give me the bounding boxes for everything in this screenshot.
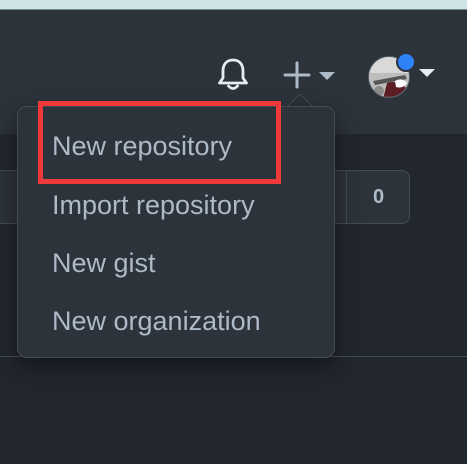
counter-value: 0: [372, 185, 385, 208]
notifications-button[interactable]: [216, 56, 250, 92]
menu-item-new-gist[interactable]: New gist: [19, 235, 335, 291]
menu-item-import-repository[interactable]: Import repository: [19, 177, 335, 233]
create-new-button[interactable]: [280, 56, 338, 92]
plus-icon: [283, 61, 311, 89]
user-menu-button[interactable]: [364, 52, 436, 98]
menu-item-new-organization[interactable]: New organization: [19, 293, 335, 349]
counter-separator: [346, 171, 347, 223]
window-top-strip: [0, 0, 467, 10]
status-badge: [396, 52, 416, 72]
bell-icon: [218, 58, 248, 90]
caret-down-icon: [319, 72, 335, 80]
caret-down-icon: [419, 69, 435, 77]
highlight-annotation: [38, 101, 281, 184]
